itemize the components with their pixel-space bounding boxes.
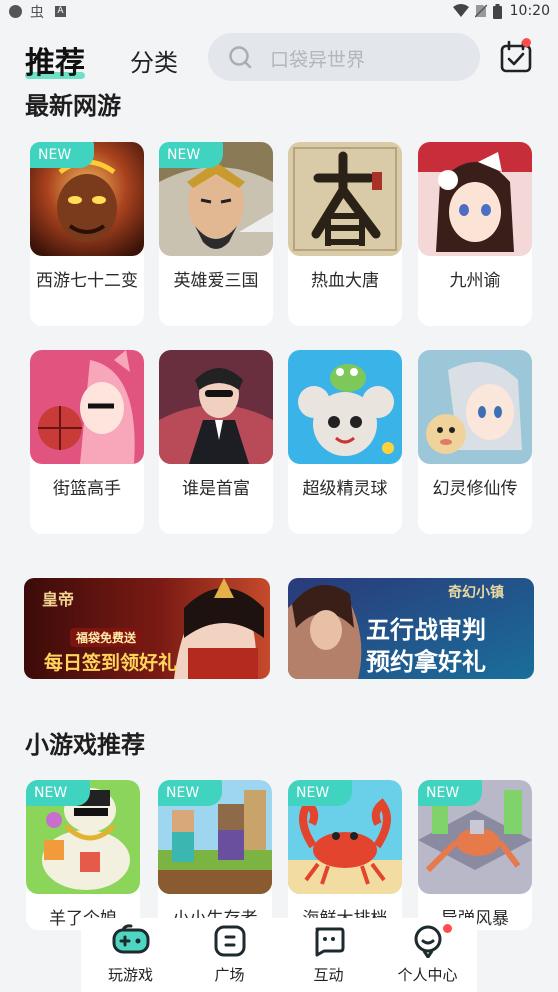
- status-bar: 虫 A 10:20: [0, 0, 558, 24]
- game-thumbnail: [288, 142, 402, 256]
- new-badge: NEW: [26, 780, 90, 806]
- top-header: 推荐 分类 口袋异世界: [0, 30, 558, 86]
- tab-recommend[interactable]: 推荐: [25, 38, 85, 82]
- nav-label: 广场: [214, 966, 245, 984]
- a-icon: A: [55, 6, 66, 17]
- nav-label: 个人中心: [397, 966, 458, 984]
- mini-game-card[interactable]: NEW 羊了个娘: [26, 780, 140, 930]
- nav-label: 互动: [313, 966, 344, 984]
- game-card[interactable]: 街篮高手: [30, 350, 144, 534]
- section-title-new-games: 最新网游: [25, 92, 121, 120]
- new-badge: NEW: [159, 142, 223, 168]
- notification-dot-icon: [9, 5, 22, 18]
- new-badge: NEW: [30, 142, 94, 168]
- game-card[interactable]: 谁是首富: [159, 350, 273, 534]
- banner-title: 每日签到领好礼: [44, 652, 178, 674]
- search-placeholder: 口袋异世界: [270, 49, 366, 71]
- game-name: 九州谕: [449, 271, 501, 291]
- banner-logo: 奇幻小镇: [448, 585, 504, 601]
- new-badge: NEW: [158, 780, 222, 806]
- banner-subtitle: 福袋免费送: [70, 628, 143, 647]
- tab-category[interactable]: 分类: [130, 43, 178, 78]
- game-thumbnail: [418, 350, 532, 464]
- section-title-mini-games: 小游戏推荐: [25, 731, 145, 759]
- mini-game-card[interactable]: NEW 海鲜大排档: [288, 780, 402, 930]
- mini-game-card[interactable]: NEW 小小生存者: [158, 780, 272, 930]
- game-name: 英雄爱三国: [173, 271, 259, 291]
- game-card[interactable]: 幻灵修仙传: [418, 350, 532, 534]
- gamepad-icon: [112, 924, 149, 954]
- game-thumbnail: [418, 142, 532, 256]
- bug-icon: 虫: [30, 5, 44, 21]
- nav-play-games[interactable]: 玩游戏: [81, 924, 180, 990]
- search-icon: [229, 46, 252, 69]
- game-name: 街篮高手: [53, 479, 121, 499]
- game-card[interactable]: 超级精灵球: [288, 350, 402, 534]
- game-name: 谁是首富: [182, 479, 250, 499]
- game-name: 超级精灵球: [302, 479, 388, 499]
- banner-logo: 皇帝: [42, 590, 75, 609]
- nav-profile[interactable]: 个人中心: [378, 924, 477, 990]
- game-thumbnail: [288, 350, 402, 464]
- square-plaza-icon: [214, 925, 245, 957]
- game-card[interactable]: NEW 英雄爱三国: [159, 142, 273, 326]
- clock: 10:20: [509, 3, 550, 19]
- game-name: 幻灵修仙传: [432, 479, 518, 499]
- new-badge: NEW: [418, 780, 482, 806]
- no-sim-icon: [475, 4, 487, 18]
- nav-label: 玩游戏: [107, 966, 153, 984]
- bottom-navigation: 玩游戏 广场 互动 个人中心: [81, 918, 477, 992]
- promo-banner-checkin[interactable]: 皇帝 福袋免费送 每日签到领好礼: [24, 578, 270, 679]
- nav-square[interactable]: 广场: [180, 924, 279, 990]
- promo-banner-preorder[interactable]: 奇幻小镇 五行战审判 预约拿好礼: [288, 578, 534, 679]
- battery-icon: [493, 4, 502, 19]
- nav-interact[interactable]: 互动: [279, 924, 378, 990]
- game-thumbnail: [30, 350, 144, 464]
- new-badge: NEW: [288, 780, 352, 806]
- game-thumbnail: [159, 350, 273, 464]
- banner-subtitle: 预约拿好礼: [366, 648, 486, 676]
- mini-game-card[interactable]: NEW 导弹风暴: [418, 780, 532, 930]
- checkin-notification-dot: [522, 38, 531, 47]
- chat-bubble-icon: [315, 927, 344, 957]
- profile-notification-dot: [443, 924, 452, 933]
- profile-icon: [414, 925, 441, 958]
- game-card[interactable]: 九州谕: [418, 142, 532, 326]
- game-name: 热血大唐: [311, 271, 379, 291]
- game-card[interactable]: NEW 西游七十二变: [30, 142, 144, 326]
- search-bar[interactable]: 口袋异世界: [208, 33, 480, 81]
- banner-title: 五行战审判: [366, 616, 486, 644]
- game-name: 西游七十二变: [36, 271, 138, 291]
- game-card[interactable]: 热血大唐: [288, 142, 402, 326]
- wifi-icon: [453, 4, 469, 17]
